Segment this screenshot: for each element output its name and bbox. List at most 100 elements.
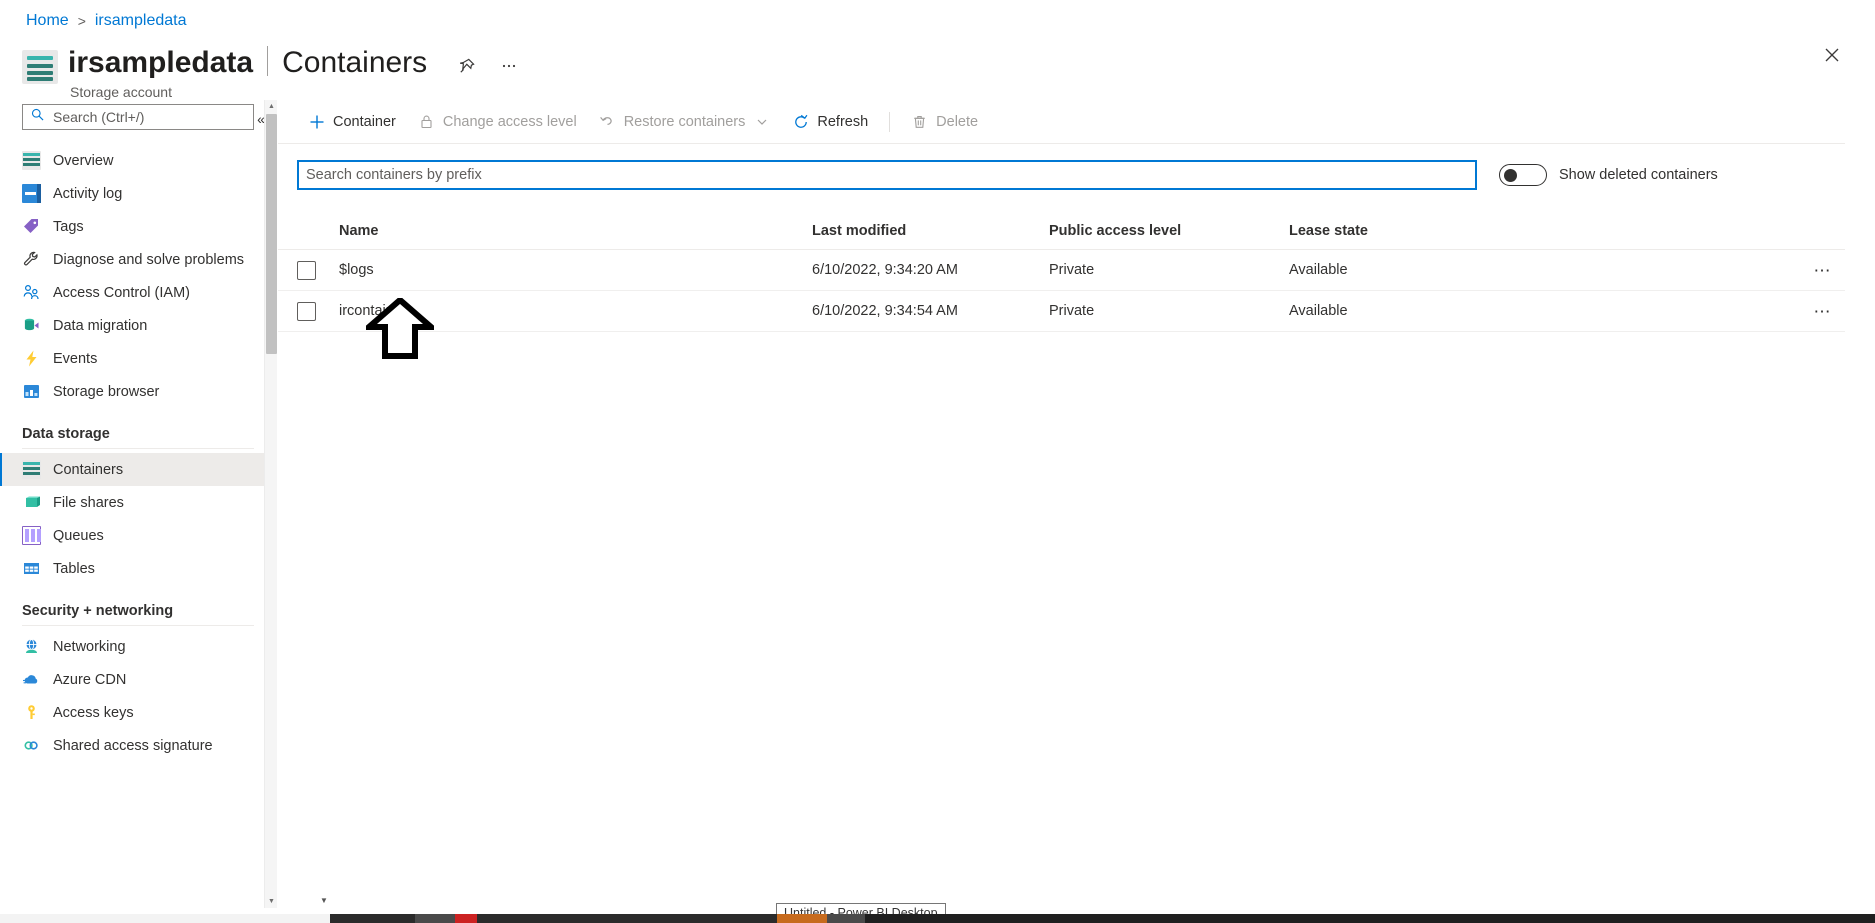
scrollbar-thumb[interactable] (266, 114, 277, 354)
key-icon (22, 703, 41, 722)
close-icon[interactable] (1817, 40, 1847, 70)
sidebar-nav-list: Overview Activity log Tags Diagnose and … (0, 144, 276, 762)
queues-icon (22, 526, 41, 545)
taskbar-segment (865, 914, 1875, 923)
row-checkbox[interactable] (297, 301, 316, 321)
sidebar-item-activity-log[interactable]: Activity log (0, 177, 276, 210)
sidebar-item-label: Queues (53, 527, 104, 544)
sidebar-scrollbar[interactable]: ▲ ▼ (264, 100, 277, 908)
undo-icon (599, 113, 616, 130)
sidebar-item-access-keys[interactable]: Access keys (0, 696, 276, 729)
scroll-up-icon[interactable]: ▲ (265, 100, 278, 113)
sidebar-item-label: Data migration (53, 317, 148, 334)
pin-icon[interactable] (453, 52, 481, 80)
row-checkbox-cell (297, 301, 339, 321)
breadcrumb-home[interactable]: Home (26, 12, 69, 30)
row-checkbox[interactable] (297, 260, 316, 280)
sidebar-item-storage-browser[interactable]: Storage browser (0, 375, 276, 408)
sidebar-group-divider (22, 448, 254, 449)
page-title-block: irsampledata Containers Storage account (68, 42, 427, 100)
ellipsis-icon[interactable] (495, 52, 523, 80)
filter-row: Show deleted containers (278, 144, 1875, 190)
sidebar-item-label: Tags (53, 218, 84, 235)
chevron-down-icon (753, 113, 770, 130)
cell-lease-state: Available (1289, 262, 1348, 278)
restore-containers-button: Restore containers (588, 105, 782, 139)
show-deleted-containers-control: Show deleted containers (1499, 164, 1718, 186)
sidebar-item-label: Storage browser (53, 383, 160, 400)
add-container-label: Container (333, 113, 396, 130)
toggle-knob (1504, 169, 1517, 182)
column-header-lease-state[interactable]: Lease state (1289, 223, 1801, 239)
sidebar-item-diagnose[interactable]: Diagnose and solve problems (0, 243, 276, 276)
sidebar-item-containers[interactable]: Containers (0, 453, 276, 486)
sidebar-item-file-shares[interactable]: File shares (0, 486, 276, 519)
containers-table: Name Last modified Public access level L… (278, 212, 1845, 332)
table-row[interactable]: ircontainer 6/10/2022, 9:34:54 AM Privat… (278, 291, 1845, 332)
cell-public-access-level: Private (1049, 262, 1095, 278)
cloud-icon (22, 670, 41, 689)
sidebar-item-data-migration[interactable]: Data migration (0, 309, 276, 342)
cell-name[interactable]: ircontainer (339, 303, 812, 319)
page-header: irsampledata Containers Storage account (22, 42, 1835, 100)
add-container-button[interactable]: Container (297, 105, 407, 139)
windows-taskbar[interactable] (0, 914, 1875, 923)
search-box[interactable] (22, 104, 254, 130)
search-icon (31, 108, 44, 126)
refresh-button[interactable]: Refresh (781, 105, 879, 139)
breadcrumb-irsampledata[interactable]: irsampledata (95, 12, 187, 30)
column-header-last-modified[interactable]: Last modified (812, 223, 1049, 239)
sidebar-item-label: Events (53, 350, 98, 367)
taskbar-segment (330, 914, 415, 923)
column-header-public-access-level[interactable]: Public access level (1049, 223, 1289, 239)
sidebar-group-data-storage: Data storage (22, 426, 110, 442)
networking-icon (22, 637, 41, 656)
taskbar-segment (477, 914, 777, 923)
ellipsis-icon[interactable]: ⋯ (1814, 303, 1833, 320)
row-menu-cell: ⋯ (1801, 262, 1845, 279)
page-title: irsampledata (68, 46, 254, 79)
wrench-icon (22, 250, 41, 269)
cell-name[interactable]: $logs (339, 262, 812, 278)
sidebar-item-shared-access-signature[interactable]: Shared access signature (0, 729, 276, 762)
show-deleted-containers-label: Show deleted containers (1559, 167, 1718, 183)
sidebar-item-label: Azure CDN (53, 671, 127, 688)
row-menu-cell: ⋯ (1801, 303, 1845, 320)
sidebar-item-tables[interactable]: Tables (0, 552, 276, 585)
storage-browser-icon (22, 382, 41, 401)
lightning-icon (22, 349, 41, 368)
sidebar-item-label: Diagnose and solve problems (53, 251, 245, 268)
link-icon (22, 736, 41, 755)
sidebar-item-networking[interactable]: Networking (0, 630, 276, 663)
search-input[interactable] (51, 108, 245, 126)
search-containers-input[interactable] (297, 160, 1477, 190)
scroll-down-icon[interactable]: ▼ (265, 895, 278, 908)
sidebar-item-tags[interactable]: Tags (0, 210, 276, 243)
people-icon (22, 283, 41, 302)
taskbar-segment (777, 914, 827, 923)
column-header-name[interactable]: Name (339, 223, 812, 239)
sidebar-group-security-networking: Security + networking (22, 603, 174, 619)
sidebar-search-wrap (0, 100, 276, 130)
breadcrumb: Home > irsampledata (26, 12, 186, 30)
sidebar-item-label: Containers (53, 461, 124, 478)
sidebar-group-divider (22, 625, 254, 626)
table-row[interactable]: $logs 6/10/2022, 9:34:20 AM Private Avai… (278, 250, 1845, 291)
title-divider (267, 46, 269, 76)
show-deleted-containers-toggle[interactable] (1499, 164, 1547, 186)
delete-button: Delete (900, 105, 989, 139)
sidebar-item-overview[interactable]: Overview (0, 144, 276, 177)
resource-type-caption: Storage account (70, 83, 172, 100)
ellipsis-icon[interactable]: ⋯ (1814, 262, 1833, 279)
sidebar-item-access-control[interactable]: Access Control (IAM) (0, 276, 276, 309)
sidebar-item-azure-cdn[interactable]: Azure CDN (0, 663, 276, 696)
page-subtitle: Containers (282, 46, 428, 79)
sidebar-item-label: Overview (53, 152, 114, 169)
storage-account-icon (22, 50, 58, 84)
sidebar-item-events[interactable]: Events (0, 342, 276, 375)
content-scroll-down-icon[interactable]: ▼ (318, 894, 330, 906)
sidebar-item-queues[interactable]: Queues (0, 519, 276, 552)
containers-icon (22, 460, 41, 479)
table-header-row: Name Last modified Public access level L… (278, 212, 1845, 250)
main-content: Container Change access level Restore co… (278, 100, 1875, 908)
